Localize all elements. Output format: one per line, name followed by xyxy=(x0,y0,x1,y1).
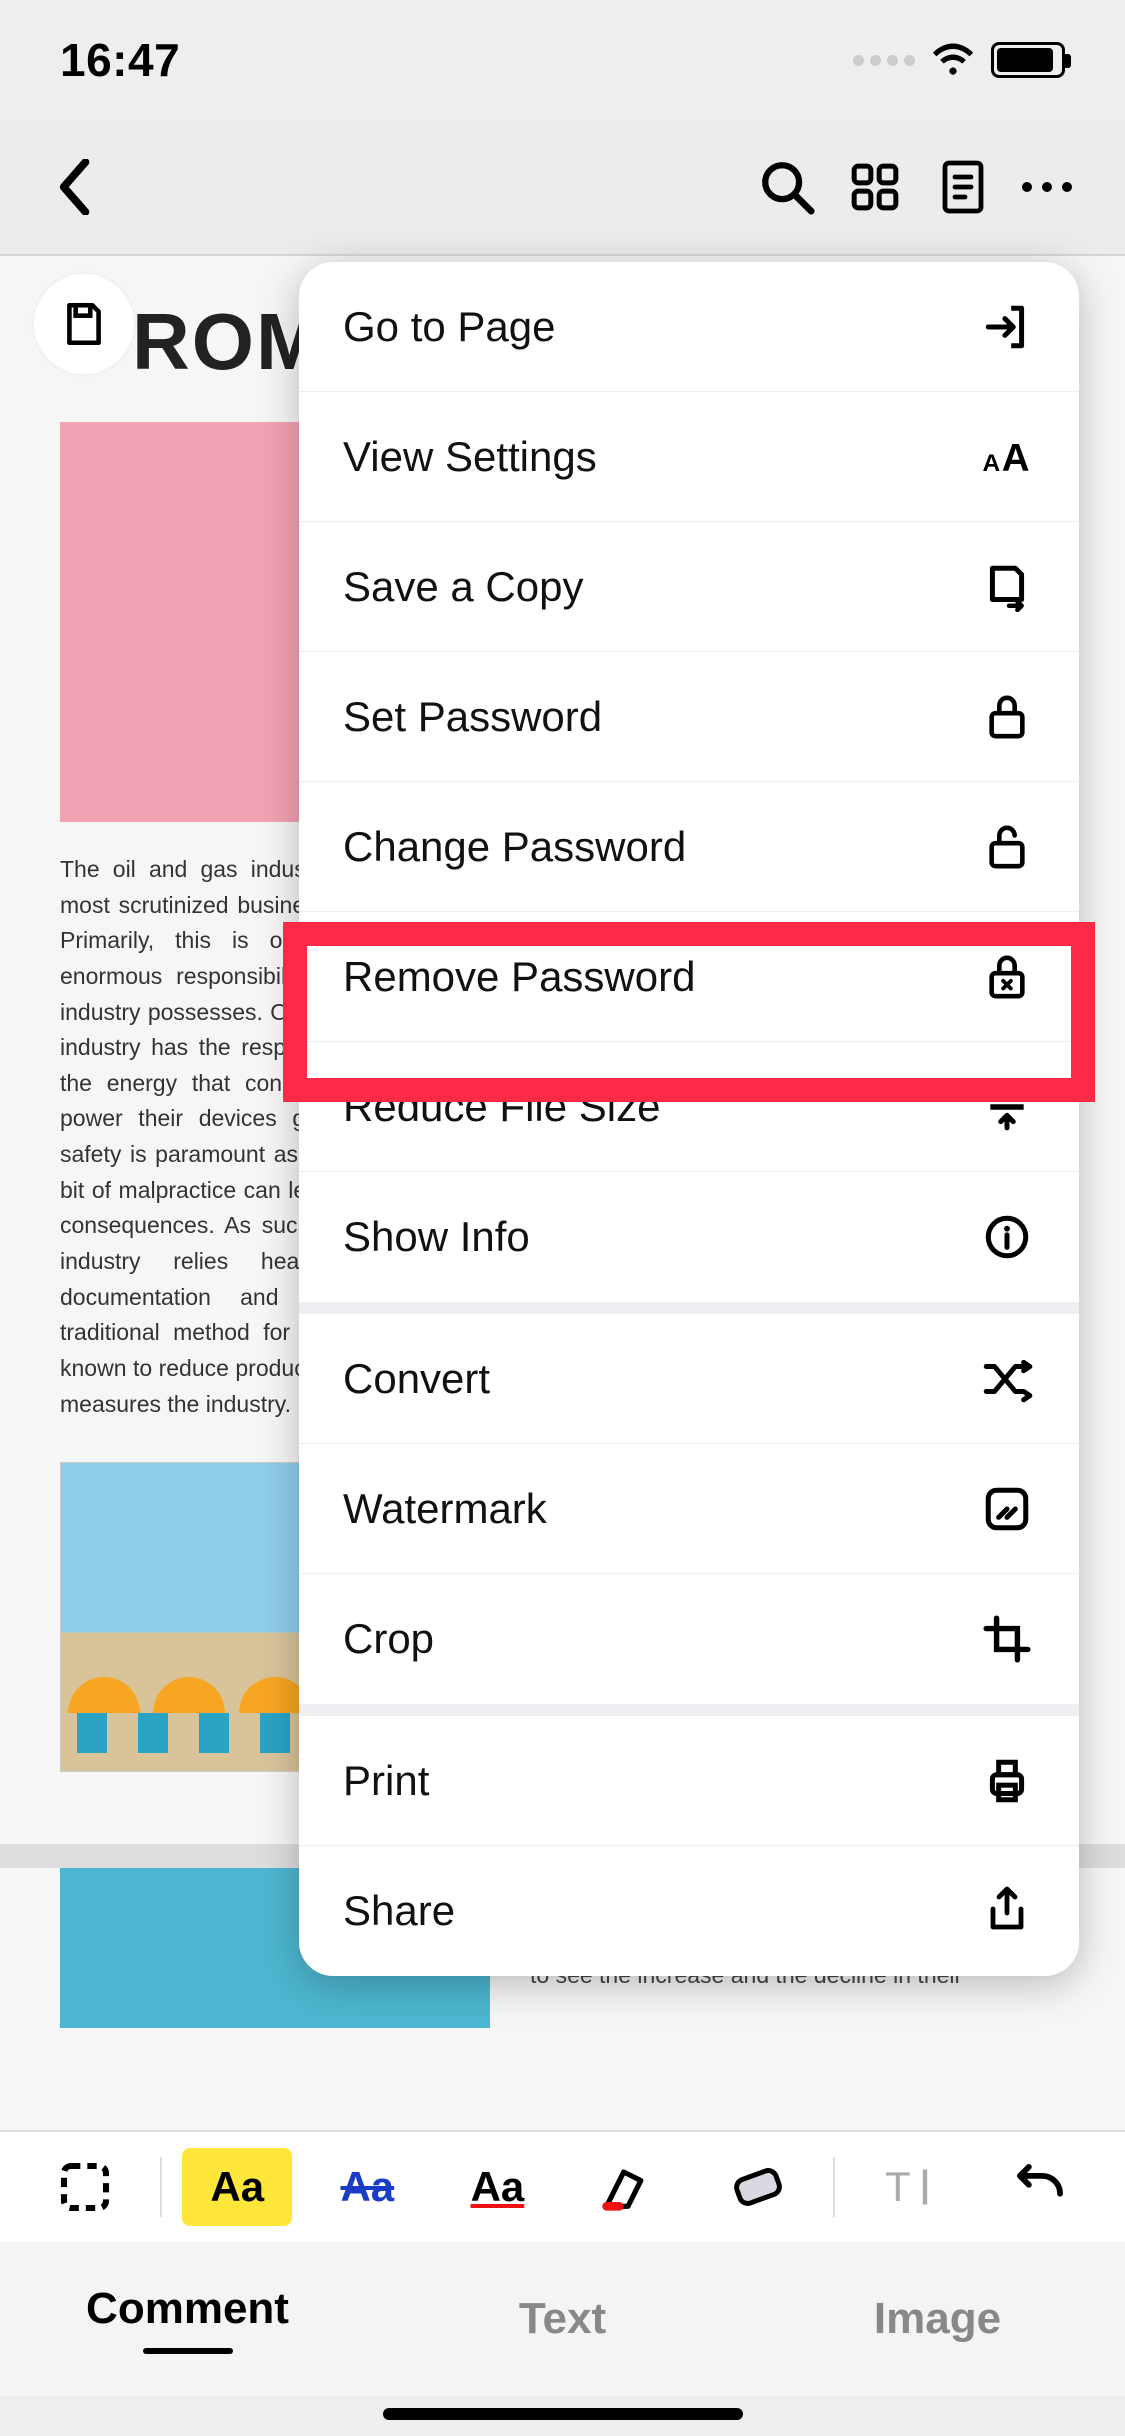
lock-open-icon xyxy=(979,819,1035,875)
topbar xyxy=(0,120,1125,254)
tab-image[interactable]: Image xyxy=(750,2294,1125,2344)
shuffle-icon xyxy=(979,1351,1035,1407)
menu-reduce-file-size[interactable]: Reduce File Size xyxy=(299,1042,1079,1172)
watermark-icon xyxy=(979,1481,1035,1537)
menu-share[interactable]: Share xyxy=(299,1846,1079,1976)
go-to-page-icon xyxy=(979,299,1035,355)
menu-label: Watermark xyxy=(343,1485,547,1533)
tab-text[interactable]: Text xyxy=(375,2294,750,2344)
wifi-icon xyxy=(931,38,975,82)
menu-convert[interactable]: Convert xyxy=(299,1314,1079,1444)
battery-icon xyxy=(991,42,1065,78)
toolbar-divider xyxy=(160,2157,162,2217)
status-right xyxy=(853,38,1065,82)
menu-label: Convert xyxy=(343,1355,490,1403)
mode-tabs: Comment Text Image xyxy=(0,2242,1125,2396)
menu-label: Go to Page xyxy=(343,303,555,351)
more-menu: Go to Page View Settings AA Save a Copy … xyxy=(299,262,1079,1976)
undo-button[interactable] xyxy=(985,2148,1095,2226)
menu-go-to-page[interactable]: Go to Page xyxy=(299,262,1079,392)
toolbar-divider xyxy=(833,2157,835,2217)
menu-set-password[interactable]: Set Password xyxy=(299,652,1079,782)
crop-icon xyxy=(979,1611,1035,1667)
outline-button[interactable] xyxy=(919,143,1007,231)
compress-icon xyxy=(979,1079,1035,1135)
selection-tool[interactable] xyxy=(30,2148,140,2226)
back-button[interactable] xyxy=(38,152,108,222)
menu-label: Share xyxy=(343,1887,455,1935)
search-button[interactable] xyxy=(743,143,831,231)
save-floating-button[interactable] xyxy=(34,274,134,374)
info-icon xyxy=(979,1209,1035,1265)
cellular-dots-icon xyxy=(853,55,915,66)
lock-remove-icon xyxy=(979,949,1035,1005)
status-time: 16:47 xyxy=(60,33,180,87)
underline-tool[interactable]: Aa xyxy=(442,2148,552,2226)
tab-label: Image xyxy=(874,2294,1001,2343)
menu-label: Crop xyxy=(343,1615,434,1663)
menu-label: Save a Copy xyxy=(343,563,583,611)
save-copy-icon xyxy=(979,559,1035,615)
menu-label: Print xyxy=(343,1757,429,1805)
menu-show-info[interactable]: Show Info xyxy=(299,1172,1079,1302)
menu-label: Change Password xyxy=(343,823,686,871)
text-tool-label: T xyxy=(885,2163,911,2211)
text-size-icon: AA xyxy=(979,429,1035,485)
menu-label: Set Password xyxy=(343,693,602,741)
menu-separator xyxy=(299,1704,1079,1716)
menu-remove-password[interactable]: Remove Password xyxy=(299,912,1079,1042)
tab-label: Comment xyxy=(86,2284,289,2333)
menu-crop[interactable]: Crop xyxy=(299,1574,1079,1704)
home-indicator[interactable] xyxy=(383,2408,743,2420)
menu-save-copy[interactable]: Save a Copy xyxy=(299,522,1079,652)
marker-tool[interactable] xyxy=(573,2148,683,2226)
tab-comment[interactable]: Comment xyxy=(0,2284,375,2354)
menu-watermark[interactable]: Watermark xyxy=(299,1444,1079,1574)
menu-label: Show Info xyxy=(343,1213,530,1261)
tab-label: Text xyxy=(519,2294,606,2343)
status-bar: 16:47 xyxy=(0,0,1125,120)
svg-text:A: A xyxy=(1002,437,1030,479)
svg-text:A: A xyxy=(983,450,1001,477)
menu-change-password[interactable]: Change Password xyxy=(299,782,1079,912)
menu-print[interactable]: Print xyxy=(299,1716,1079,1846)
text-tool[interactable]: T xyxy=(855,2148,965,2226)
more-button[interactable] xyxy=(1007,143,1087,231)
highlight-tool[interactable]: Aa xyxy=(182,2148,292,2226)
menu-view-settings[interactable]: View Settings AA xyxy=(299,392,1079,522)
thumbnails-button[interactable] xyxy=(831,143,919,231)
print-icon xyxy=(979,1753,1035,1809)
eraser-tool[interactable] xyxy=(703,2148,813,2226)
share-icon xyxy=(979,1883,1035,1939)
menu-label: Reduce File Size xyxy=(343,1083,660,1131)
strikethrough-tool[interactable]: Aa xyxy=(312,2148,422,2226)
annotation-toolbar: Aa Aa Aa T xyxy=(0,2130,1125,2242)
lock-icon xyxy=(979,689,1035,745)
menu-label: View Settings xyxy=(343,433,597,481)
menu-separator xyxy=(299,1302,1079,1314)
menu-label: Remove Password xyxy=(343,953,695,1001)
underline-label: Aa xyxy=(471,2163,525,2211)
